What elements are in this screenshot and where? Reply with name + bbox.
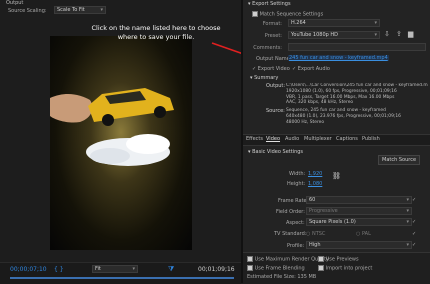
link-aspect-icon[interactable]: ⛓ bbox=[332, 172, 341, 180]
field-order-select[interactable]: Progressive bbox=[306, 207, 412, 215]
profile-value: High bbox=[309, 242, 321, 248]
summary-output-block: C:\Users\...\Car Conversion\245 fun car … bbox=[286, 83, 428, 106]
frame-blending-checkbox[interactable] bbox=[247, 265, 253, 271]
width-value[interactable]: 1,920 bbox=[308, 171, 322, 177]
preset-label: Preset: bbox=[264, 33, 282, 39]
export-audio-check-icon[interactable]: ✓ bbox=[292, 66, 296, 72]
aspect-value: Square Pixels (1.0) bbox=[309, 219, 356, 225]
tab-multiplexer[interactable]: Multiplexer bbox=[304, 135, 332, 144]
instruction-callout: Click on the name listed here to choose … bbox=[88, 24, 224, 42]
tab-video[interactable]: Video bbox=[266, 135, 280, 144]
profile-check-icon[interactable]: ✓ bbox=[412, 242, 416, 248]
zoom-select[interactable]: Fit bbox=[92, 265, 138, 273]
pal-label: PAL bbox=[361, 231, 371, 237]
source-scaling-label: Source Scaling: bbox=[8, 8, 47, 14]
estimated-file-size: Estimated File Size: 135 MB bbox=[247, 274, 317, 280]
frame-rate-label: Frame Rate: bbox=[278, 198, 309, 204]
export-video-check-icon[interactable]: ✓ bbox=[252, 66, 256, 72]
frame-rate-select[interactable]: 60 bbox=[306, 196, 412, 204]
match-sequence-label: Match Sequence Settings bbox=[259, 11, 324, 18]
format-select[interactable]: H.264 bbox=[288, 19, 380, 27]
delete-preset-icon[interactable]: ▆ bbox=[408, 30, 413, 38]
pal-radio[interactable]: ○ PAL bbox=[356, 231, 371, 237]
basic-video-title: Basic Video Settings bbox=[252, 149, 304, 155]
aspect-check-icon[interactable]: ✓ bbox=[412, 219, 416, 225]
match-sequence-checkbox[interactable] bbox=[252, 11, 258, 17]
timecode-in[interactable]: 00;00;07;10 bbox=[10, 266, 47, 273]
import-project-label: Import into project bbox=[325, 265, 373, 272]
max-render-row[interactable]: Use Maximum Render Quality bbox=[247, 256, 329, 263]
export-audio-label: Export Audio bbox=[297, 66, 330, 72]
profile-label: Profile: bbox=[287, 243, 305, 249]
width-label: Width: bbox=[289, 171, 306, 177]
comments-input[interactable] bbox=[288, 43, 426, 51]
callout-line-1: Click on the name listed here to choose bbox=[91, 24, 221, 32]
source-line: 48000 Hz, Stereo bbox=[286, 119, 325, 125]
export-video-row[interactable]: ✓ Export Video bbox=[252, 66, 290, 72]
in-out-icons[interactable]: { } bbox=[54, 266, 64, 273]
match-source-button[interactable]: Match Source bbox=[378, 155, 421, 165]
summary-source-block: Sequence, 245 fun car and snow - keyfram… bbox=[286, 108, 428, 125]
video-preview bbox=[50, 36, 192, 250]
field-order-label: Field Order: bbox=[276, 209, 305, 215]
max-render-checkbox[interactable] bbox=[247, 256, 253, 262]
frame-blending-label: Use Frame Blending bbox=[254, 265, 305, 272]
aspect-label: Aspect: bbox=[286, 220, 305, 226]
filter-icon[interactable]: ⧩ bbox=[168, 265, 174, 274]
format-label: Format: bbox=[262, 21, 282, 27]
tab-captions[interactable]: Captions bbox=[336, 135, 358, 144]
export-settings-title: Export Settings bbox=[252, 1, 291, 7]
output-tab[interactable]: Output bbox=[6, 0, 23, 6]
import-preset-icon[interactable]: ⇪ bbox=[396, 30, 402, 38]
use-previews-row[interactable]: Use Previews bbox=[318, 256, 359, 263]
height-label: Height: bbox=[287, 181, 306, 187]
summary-output-label: Output: bbox=[266, 83, 286, 89]
import-project-checkbox[interactable] bbox=[318, 265, 324, 271]
comments-label: Comments: bbox=[253, 45, 282, 51]
basic-video-header[interactable]: ▾ Basic Video Settings bbox=[248, 149, 303, 155]
frame-blending-row[interactable]: Use Frame Blending bbox=[247, 265, 305, 272]
source-scaling-value: Scale To Fit bbox=[57, 7, 85, 13]
frame-rate-check-icon[interactable]: ✓ bbox=[412, 197, 416, 203]
export-audio-row[interactable]: ✓ Export Audio bbox=[292, 66, 330, 72]
output-name-label: Output Name: bbox=[256, 56, 292, 62]
playhead-track[interactable] bbox=[10, 277, 234, 279]
timecode-out: 00;01;09;16 bbox=[198, 266, 235, 273]
match-sequence-row[interactable]: Match Sequence Settings bbox=[252, 11, 323, 18]
tv-standard-label: TV Standard: bbox=[274, 231, 307, 237]
source-scaling-select[interactable]: Scale To Fit bbox=[54, 6, 106, 14]
use-previews-label: Use Previews bbox=[325, 256, 359, 263]
ntsc-label: NTSC bbox=[311, 231, 326, 237]
hand-shape bbox=[50, 93, 93, 123]
height-value[interactable]: 1,080 bbox=[308, 181, 322, 187]
ntsc-radio[interactable]: ○ NTSC bbox=[306, 231, 325, 237]
output-line: C:\Users\...\Car Conversion\245 fun car … bbox=[286, 83, 428, 88]
zoom-value: Fit bbox=[95, 266, 101, 272]
aspect-select[interactable]: Square Pixels (1.0) bbox=[306, 218, 412, 226]
output-name-link[interactable]: 245 fun car and snow - keyframed.mp4 bbox=[288, 55, 389, 61]
callout-line-2: where to save your file. bbox=[117, 33, 195, 41]
save-preset-icon[interactable]: ⇩ bbox=[384, 30, 390, 38]
field-order-value: Progressive bbox=[309, 208, 338, 214]
summary-title: Summary bbox=[254, 75, 279, 81]
export-settings-header[interactable]: ▾ Export Settings bbox=[248, 1, 291, 7]
summary-header[interactable]: ▾ Summary bbox=[250, 75, 278, 81]
preset-value: YouTube 1080p HD bbox=[291, 32, 339, 38]
tab-audio[interactable]: Audio bbox=[285, 135, 299, 144]
tv-standard-check-icon[interactable]: ✓ bbox=[412, 231, 416, 237]
tab-effects[interactable]: Effects bbox=[246, 135, 263, 144]
frame-rate-value: 60 bbox=[309, 197, 316, 203]
export-video-label: Export Video bbox=[257, 66, 290, 72]
import-project-row[interactable]: Import into project bbox=[318, 265, 372, 272]
profile-select[interactable]: High bbox=[306, 241, 412, 249]
preset-select[interactable]: YouTube 1080p HD bbox=[288, 31, 380, 39]
summary-source-label: Source: bbox=[266, 108, 285, 114]
use-previews-checkbox[interactable] bbox=[318, 256, 324, 262]
format-value: H.264 bbox=[291, 20, 306, 26]
preview-image bbox=[50, 88, 174, 166]
tab-publish[interactable]: Publish bbox=[362, 135, 380, 144]
output-line: AAC, 320 kbps, 48 kHz, Stereo bbox=[286, 100, 354, 106]
